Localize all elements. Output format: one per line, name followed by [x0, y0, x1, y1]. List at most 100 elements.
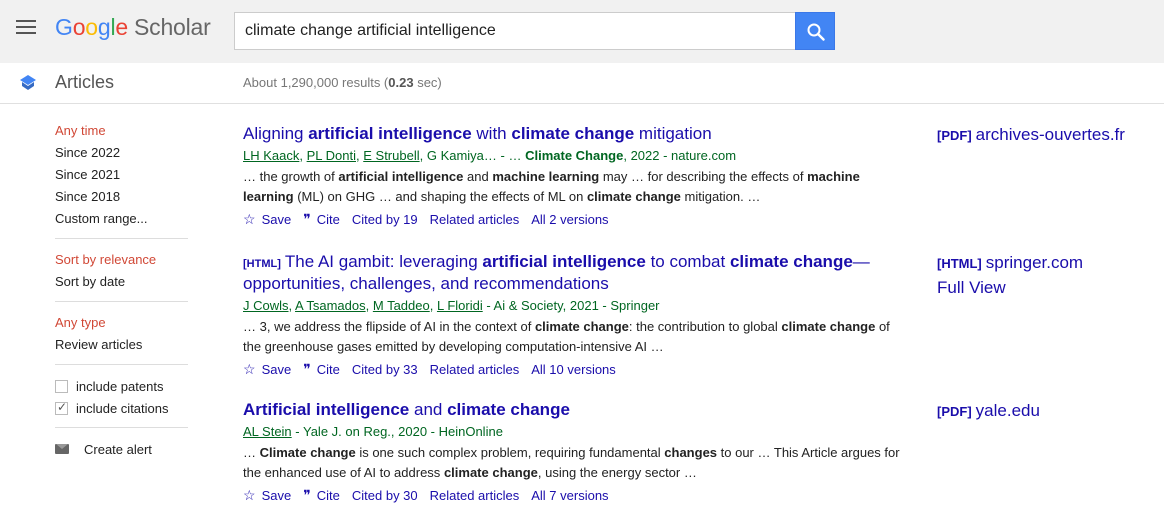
checkbox-icon [55, 379, 68, 393]
title-text: to combat [645, 252, 730, 271]
related-articles-link[interactable]: Related articles [430, 362, 520, 377]
full-text-link[interactable]: [PDF] archives-ouvertes.fr [937, 124, 1125, 147]
save-button[interactable]: ☆ Save [243, 487, 291, 504]
cite-button[interactable]: ❞ Cite [303, 211, 340, 228]
search-icon [807, 23, 825, 41]
menu-icon[interactable] [16, 20, 36, 36]
google-scholar-logo[interactable]: Google Scholar [55, 14, 211, 41]
logo-letter: o [72, 14, 86, 40]
search-button[interactable] [795, 12, 835, 50]
title-text: artificial intelligence [482, 252, 646, 271]
snippet-text: and [463, 169, 493, 184]
result-title-link[interactable]: Aligning artificial intelligence with cl… [243, 124, 903, 144]
save-button[interactable]: ☆ Save [243, 361, 291, 378]
cite-button[interactable]: ❞ Cite [303, 487, 340, 504]
all-versions-link[interactable]: All 10 versions [531, 362, 616, 377]
title-text: climate change [447, 400, 570, 419]
title-text: Aligning [243, 124, 309, 143]
full-text-source: springer.com [985, 253, 1084, 272]
author-link[interactable]: A Tsamados [295, 298, 366, 313]
all-versions-link-label: All 2 versions [531, 212, 609, 227]
cite-button[interactable]: ❞ Cite [303, 361, 340, 378]
results-count: About 1,290,000 results (0.23 sec) [243, 75, 442, 90]
all-versions-link[interactable]: All 2 versions [531, 212, 608, 227]
cite-button-label: Cite [316, 488, 340, 503]
filter-any-time[interactable]: Any time [55, 120, 188, 142]
title-text: with [471, 124, 512, 143]
type-any[interactable]: Any type [55, 312, 188, 334]
search-input[interactable] [235, 13, 795, 49]
sort-by-relevance[interactable]: Sort by relevance [55, 249, 188, 271]
cited-by-link[interactable]: Cited by 30 [352, 488, 418, 503]
title-text: mitigation [634, 124, 712, 143]
cited-by-link[interactable]: Cited by 33 [352, 362, 418, 377]
save-button[interactable]: ☆ Save [243, 211, 291, 228]
all-versions-link[interactable]: All 7 versions [531, 488, 608, 503]
logo-letter: g [97, 14, 111, 40]
result-title-link[interactable]: [HTML] The AI gambit: leveraging artifici… [243, 252, 903, 294]
include-citations-checkbox[interactable]: include citations [55, 397, 188, 419]
sort-group: Sort by relevance Sort by date [55, 249, 188, 302]
star-icon: ☆ [243, 487, 256, 503]
full-text-format-tag: [PDF] [937, 128, 972, 143]
type-review-articles[interactable]: Review articles [55, 334, 188, 356]
snippet-text: … [243, 445, 260, 460]
filter-since-2021[interactable]: Since 2021 [55, 164, 188, 186]
search-result: Artificial intelligence and climate chan… [243, 400, 903, 504]
title-text: and [409, 400, 448, 419]
top-bar: Google Scholar [0, 0, 1164, 63]
snippet-text: … the growth of [243, 169, 339, 184]
checkbox-label: include citations [76, 400, 169, 416]
result-snippet: … the growth of artificial intelligence … [243, 167, 903, 207]
result-snippet: … Climate change is one such complex pro… [243, 443, 903, 483]
results-count-prefix: About 1,290,000 results ( [243, 75, 389, 90]
author-link[interactable]: AL Stein [243, 424, 292, 439]
snippet-text: … 3, we address the flipside of AI in th… [243, 319, 535, 334]
meta-source: - Yale J. on Reg., 2020 - HeinOnline [291, 424, 503, 439]
snippet-text: artificial intelligence [338, 169, 464, 184]
author-link[interactable]: L Floridi [437, 298, 483, 313]
checkbox-label: include patents [76, 378, 164, 394]
cited-by-link-label: Cited by 19 [351, 212, 418, 227]
filter-since-2022[interactable]: Since 2022 [55, 142, 188, 164]
result-actions: ☆ Save ❞ Cite Cited by 19 Related articles All… [243, 211, 903, 228]
create-alert-button[interactable]: Create alert [55, 438, 188, 460]
author-link[interactable]: J Cowls [243, 298, 289, 313]
title-text: climate change [511, 124, 635, 143]
full-text-source: yale.edu [975, 401, 1040, 420]
snippet-text: machine learning [492, 169, 600, 184]
result-meta: J Cowls, A Tsamados, M Taddeo, L Floridi… [243, 298, 660, 313]
author-link[interactable]: E Strubell [363, 148, 419, 163]
include-patents-checkbox[interactable]: include patents [55, 375, 188, 397]
related-articles-link-label: Related articles [429, 212, 520, 227]
cited-by-link[interactable]: Cited by 19 [352, 212, 418, 227]
related-articles-link[interactable]: Related articles [430, 488, 520, 503]
snippet-text: (ML) on GHG … and shaping the effects of… [293, 189, 587, 204]
full-view-link[interactable]: Full View [937, 277, 1083, 299]
related-articles-link-label: Related articles [429, 362, 520, 377]
author-link[interactable]: M Taddeo [373, 298, 430, 313]
snippet-text: climate change [534, 319, 629, 334]
result-snippet: … 3, we address the flipside of AI in th… [243, 317, 903, 357]
meta-separator: … - … [483, 148, 526, 163]
star-icon: ☆ [243, 211, 256, 227]
result-meta: AL Stein - Yale J. on Reg., 2020 - HeinO… [243, 422, 903, 442]
full-text-link[interactable]: [HTML] springer.com Full View [937, 252, 1083, 299]
cited-by-link-label: Cited by 30 [351, 488, 418, 503]
snippet-text: is one such complex problem, requiring f… [355, 445, 665, 460]
meta-venue: Climate Change [525, 148, 624, 163]
title-text: The AI gambit: leveraging [284, 252, 483, 271]
cite-button-label: Cite [316, 362, 340, 377]
filter-since-2018[interactable]: Since 2018 [55, 186, 188, 208]
filter-custom-range[interactable]: Custom range... [55, 208, 188, 230]
sort-by-date[interactable]: Sort by date [55, 271, 188, 293]
full-text-source: archives-ouvertes.fr [975, 125, 1125, 144]
create-alert-label: Create alert [84, 441, 152, 457]
cited-by-link-label: Cited by 33 [351, 362, 418, 377]
related-articles-link[interactable]: Related articles [430, 212, 520, 227]
author-link[interactable]: PL Donti [307, 148, 356, 163]
results-header: Articles About 1,290,000 results (0.23 s… [0, 63, 1164, 104]
result-title-link[interactable]: Artificial intelligence and climate chan… [243, 400, 903, 420]
author-link[interactable]: LH Kaack [243, 148, 299, 163]
full-text-link[interactable]: [PDF] yale.edu [937, 400, 1040, 423]
